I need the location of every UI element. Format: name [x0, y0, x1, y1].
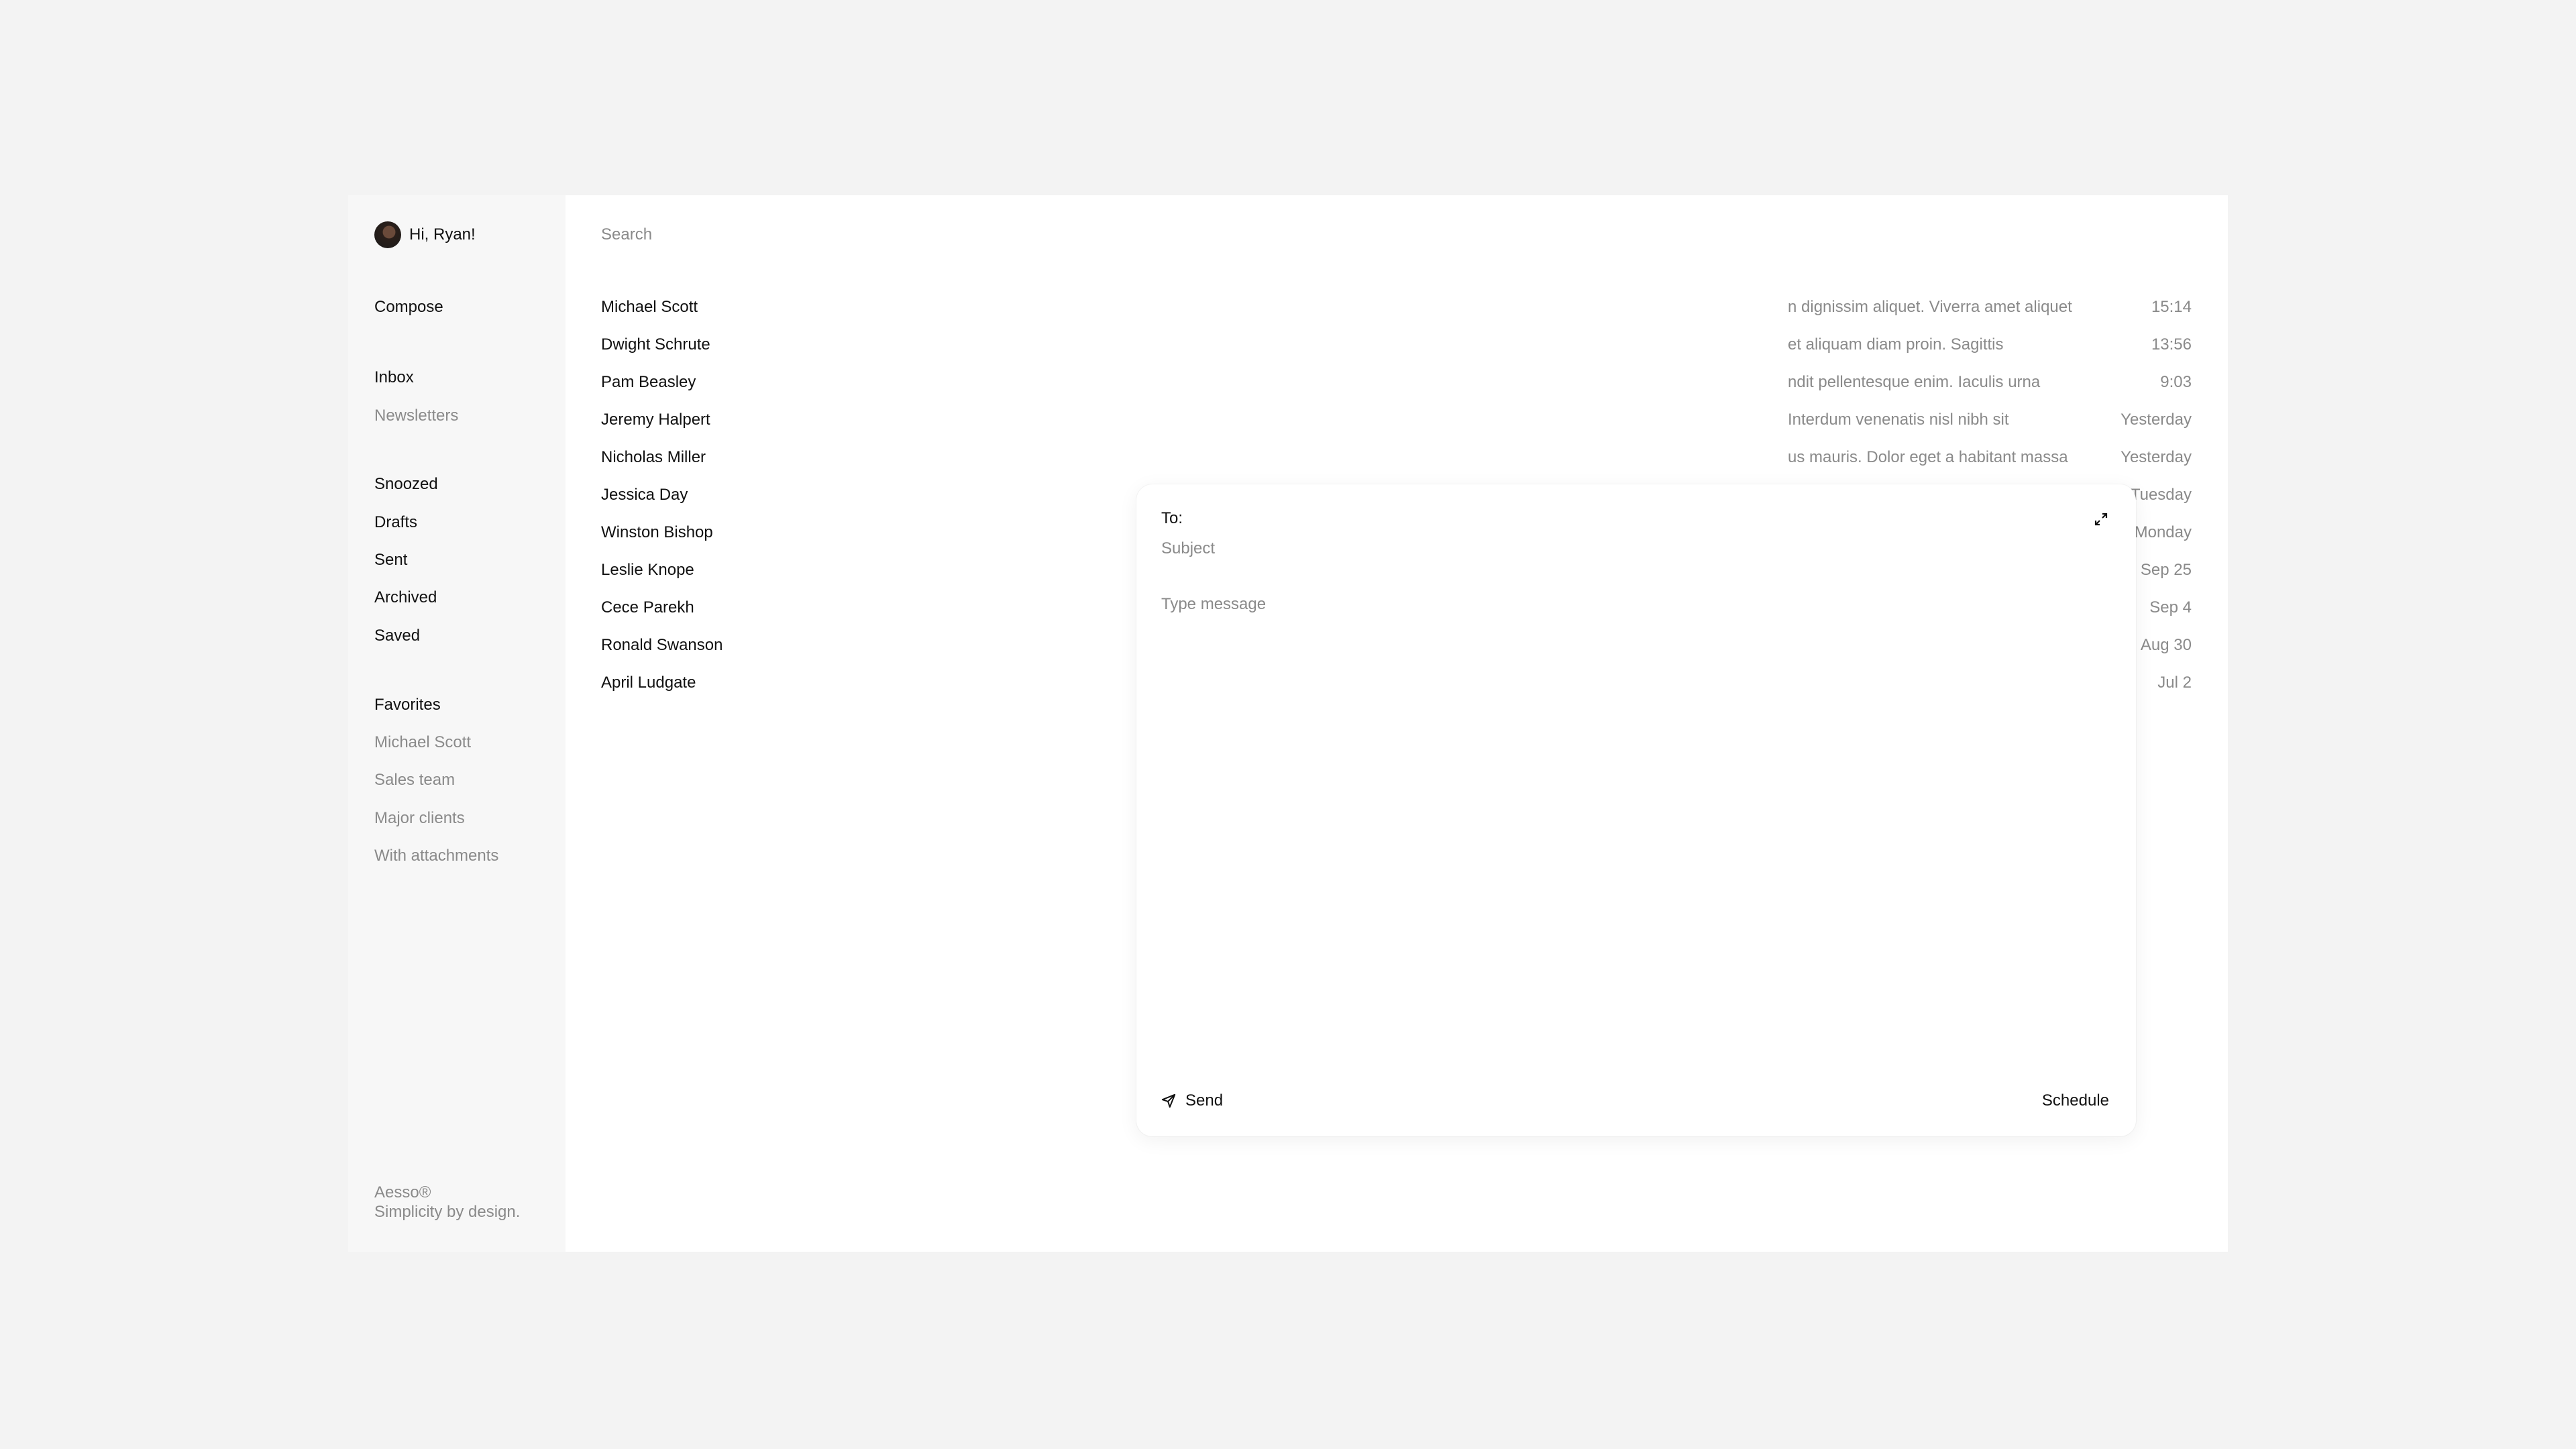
email-preview: ndit pellentesque enim. Iaculis urna: [1788, 373, 2041, 391]
sidebar-item-newsletters[interactable]: Newsletters: [374, 407, 458, 425]
sidebar-item-archived[interactable]: Archived: [374, 588, 437, 607]
email-time: Monday: [2134, 523, 2192, 541]
email-time: Yesterday: [2121, 448, 2192, 466]
compose-modal: To: Subject Type message Send Schedule: [1136, 484, 2136, 1136]
sidebar-item-sales-team[interactable]: Sales team: [374, 771, 455, 790]
schedule-button[interactable]: Schedule: [2042, 1091, 2109, 1110]
email-preview: et aliquam diam proin. Sagittis: [1788, 335, 2004, 354]
sidebar-item-snoozed[interactable]: Snoozed: [374, 475, 438, 494]
send-button[interactable]: Send: [1161, 1091, 1223, 1110]
email-time: 15:14: [2151, 298, 2192, 316]
email-sender: Pam Beasley: [601, 373, 696, 391]
email-sender: Nicholas Miller: [601, 448, 706, 466]
sidebar-item-sent[interactable]: Sent: [374, 551, 407, 570]
email-time: 13:56: [2151, 335, 2192, 354]
email-time: Jul 2: [2157, 674, 2192, 692]
sidebar-item-major-clients[interactable]: Major clients: [374, 809, 465, 828]
sidebar-item-michael-scott[interactable]: Michael Scott: [374, 733, 471, 752]
email-preview: us mauris. Dolor eget a habitant massa: [1788, 448, 2068, 466]
sidebar-item-with-attachments[interactable]: With attachments: [374, 847, 498, 865]
email-time: Aug 30: [2140, 636, 2192, 654]
email-preview: Interdum venenatis nisl nibh sit: [1788, 411, 2009, 429]
email-sender: Jessica Day: [601, 486, 688, 504]
mail-app-window: Hi, Ryan! Compose Inbox Newsletters Snooze…: [348, 195, 2228, 1252]
message-field[interactable]: Type message: [1161, 595, 1266, 614]
email-sender: Winston Bishop: [601, 523, 713, 541]
paper-plane-icon: [1161, 1093, 1176, 1108]
subject-field[interactable]: Subject: [1161, 539, 1215, 558]
email-time: Sep 4: [2149, 598, 2192, 616]
to-field[interactable]: To:: [1161, 509, 1183, 528]
brand-name: Aesso®: [374, 1183, 431, 1201]
email-time: Tuesday: [2130, 486, 2192, 504]
email-preview: n dignissim aliquet. Viverra amet alique…: [1788, 298, 2072, 316]
brand-tagline: Simplicity by design.: [374, 1203, 521, 1221]
compose-button[interactable]: Compose: [374, 298, 443, 317]
email-sender: Dwight Schrute: [601, 335, 710, 354]
sidebar-item-saved[interactable]: Saved: [374, 627, 420, 645]
sidebar-item-favorites: Favorites: [374, 696, 441, 714]
send-label: Send: [1185, 1091, 1224, 1110]
email-time: Yesterday: [2121, 411, 2192, 429]
sidebar: Hi, Ryan! Compose Inbox Newsletters Snooze…: [348, 195, 566, 1252]
email-sender: Leslie Knope: [601, 561, 694, 579]
search-input[interactable]: Search: [601, 225, 652, 244]
email-sender: Cece Parekh: [601, 598, 694, 616]
avatar[interactable]: [374, 221, 401, 248]
email-sender: Michael Scott: [601, 298, 698, 316]
email-time: 9:03: [2160, 373, 2192, 391]
email-sender: April Ludgate: [601, 674, 696, 692]
expand-icon[interactable]: [2093, 511, 2109, 527]
sidebar-item-inbox[interactable]: Inbox: [374, 368, 414, 387]
sidebar-item-drafts[interactable]: Drafts: [374, 513, 417, 532]
email-sender: Jeremy Halpert: [601, 411, 710, 429]
email-sender: Ronald Swanson: [601, 636, 723, 654]
email-time: Sep 25: [2140, 561, 2192, 579]
greeting: Hi, Ryan!: [409, 225, 476, 244]
